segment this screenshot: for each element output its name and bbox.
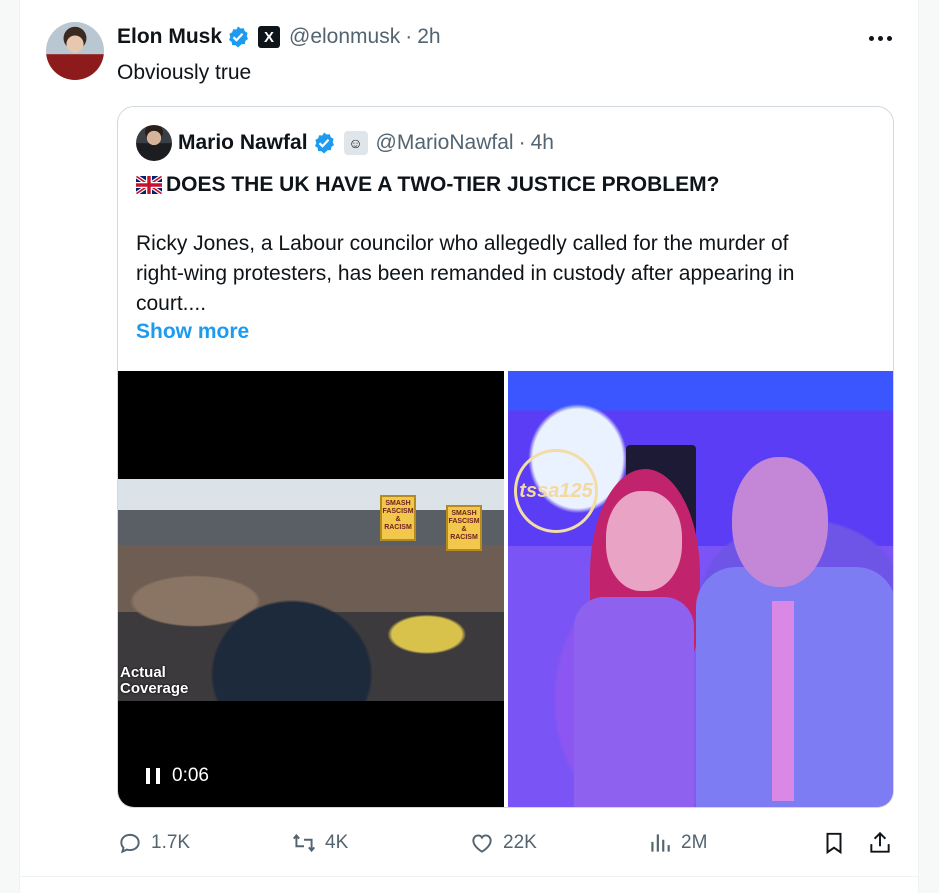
verified-badge-icon <box>314 132 334 154</box>
photo[interactable]: tssa125 <box>508 371 893 807</box>
video-controls[interactable]: 0:06 <box>146 765 209 787</box>
quote-author-handle: @MarioNawfal <box>375 131 514 154</box>
more-icon[interactable] <box>866 24 894 52</box>
quote-author-name: Mario Nawfal <box>178 131 308 154</box>
reply-icon <box>120 833 140 854</box>
quote-title: DOES THE UK HAVE A TWO-TIER JUSTICE PROB… <box>136 173 719 197</box>
view-count: 2M <box>681 832 708 853</box>
video-duration: 0:06 <box>172 765 209 786</box>
tweet-text: Obviously true <box>117 61 252 84</box>
quote-title-text: DOES THE UK HAVE A TWO-TIER JUSTICE PROB… <box>166 173 720 196</box>
reply-button[interactable]: 1.7K <box>117 826 190 860</box>
overlay-line: Coverage <box>120 680 189 697</box>
person-head <box>732 457 828 587</box>
video-frame: SMASH FASCISM & RACISM SMASH FASCISM & R… <box>118 479 504 701</box>
bookmark-button[interactable] <box>821 826 847 860</box>
separator-dot: · <box>405 25 413 48</box>
quote-body-line: right-wing protesters, has been remanded… <box>136 262 795 285</box>
views-icon <box>651 834 670 852</box>
author-name[interactable]: Elon Musk <box>117 25 222 49</box>
share-icon <box>870 831 890 853</box>
person-face <box>606 491 682 591</box>
divider <box>20 876 918 877</box>
overlay-line: Actual <box>120 664 166 681</box>
tssa-logo: tssa125 <box>514 449 598 533</box>
quote-time: 4h <box>530 131 554 154</box>
tweet-time[interactable]: 2h <box>417 25 440 49</box>
quote-header: Mario Nawfal ☺ @MarioNawfal · 4h <box>178 131 554 155</box>
views-button[interactable]: 2M <box>647 826 707 860</box>
pause-icon[interactable] <box>146 768 160 784</box>
person-tie <box>772 601 794 801</box>
tweet-header: Elon Musk X @elonmusk · 2h <box>117 24 441 50</box>
share-button[interactable] <box>867 826 893 860</box>
like-icon <box>472 834 492 853</box>
repost-button[interactable]: 4K <box>291 826 348 860</box>
person-body <box>696 567 893 807</box>
uk-flag-icon <box>136 176 162 194</box>
quote-body-line: Ricky Jones, a Labour councilor who alle… <box>136 232 789 255</box>
like-count: 22K <box>503 832 537 853</box>
person-body <box>574 597 694 807</box>
x-logo-icon: X <box>258 26 281 48</box>
affiliate-badge-icon: ☺ <box>343 131 368 155</box>
author-handle[interactable]: @elonmusk <box>289 25 400 49</box>
quote-body: Ricky Jones, a Labour councilor who alle… <box>136 229 878 319</box>
separator-dot: · <box>518 131 526 154</box>
quote-author-avatar <box>136 125 172 161</box>
repost-count: 4K <box>325 832 349 853</box>
protest-sign: SMASH FASCISM & RACISM <box>446 505 482 551</box>
repost-icon <box>292 833 316 853</box>
quote-body-line: court.... <box>136 292 207 315</box>
author-avatar[interactable] <box>46 22 104 80</box>
reply-count: 1.7K <box>151 832 191 853</box>
show-more-link[interactable]: Show more <box>136 320 249 344</box>
protest-sign: SMASH FASCISM & RACISM <box>380 495 416 541</box>
like-button[interactable]: 22K <box>469 826 537 860</box>
action-bar: 1.7K 4K 22K 2M <box>117 826 903 860</box>
tweet-card[interactable]: Elon Musk X @elonmusk · 2h Obviously tru… <box>19 0 919 893</box>
bookmark-icon <box>826 832 842 855</box>
verified-badge-icon <box>229 26 249 48</box>
video-player[interactable]: SMASH FASCISM & RACISM SMASH FASCISM & R… <box>118 371 504 807</box>
video-overlay-text: Actual Coverage <box>120 665 188 697</box>
quoted-tweet[interactable]: Mario Nawfal ☺ @MarioNawfal · 4h DOES TH <box>117 106 894 808</box>
